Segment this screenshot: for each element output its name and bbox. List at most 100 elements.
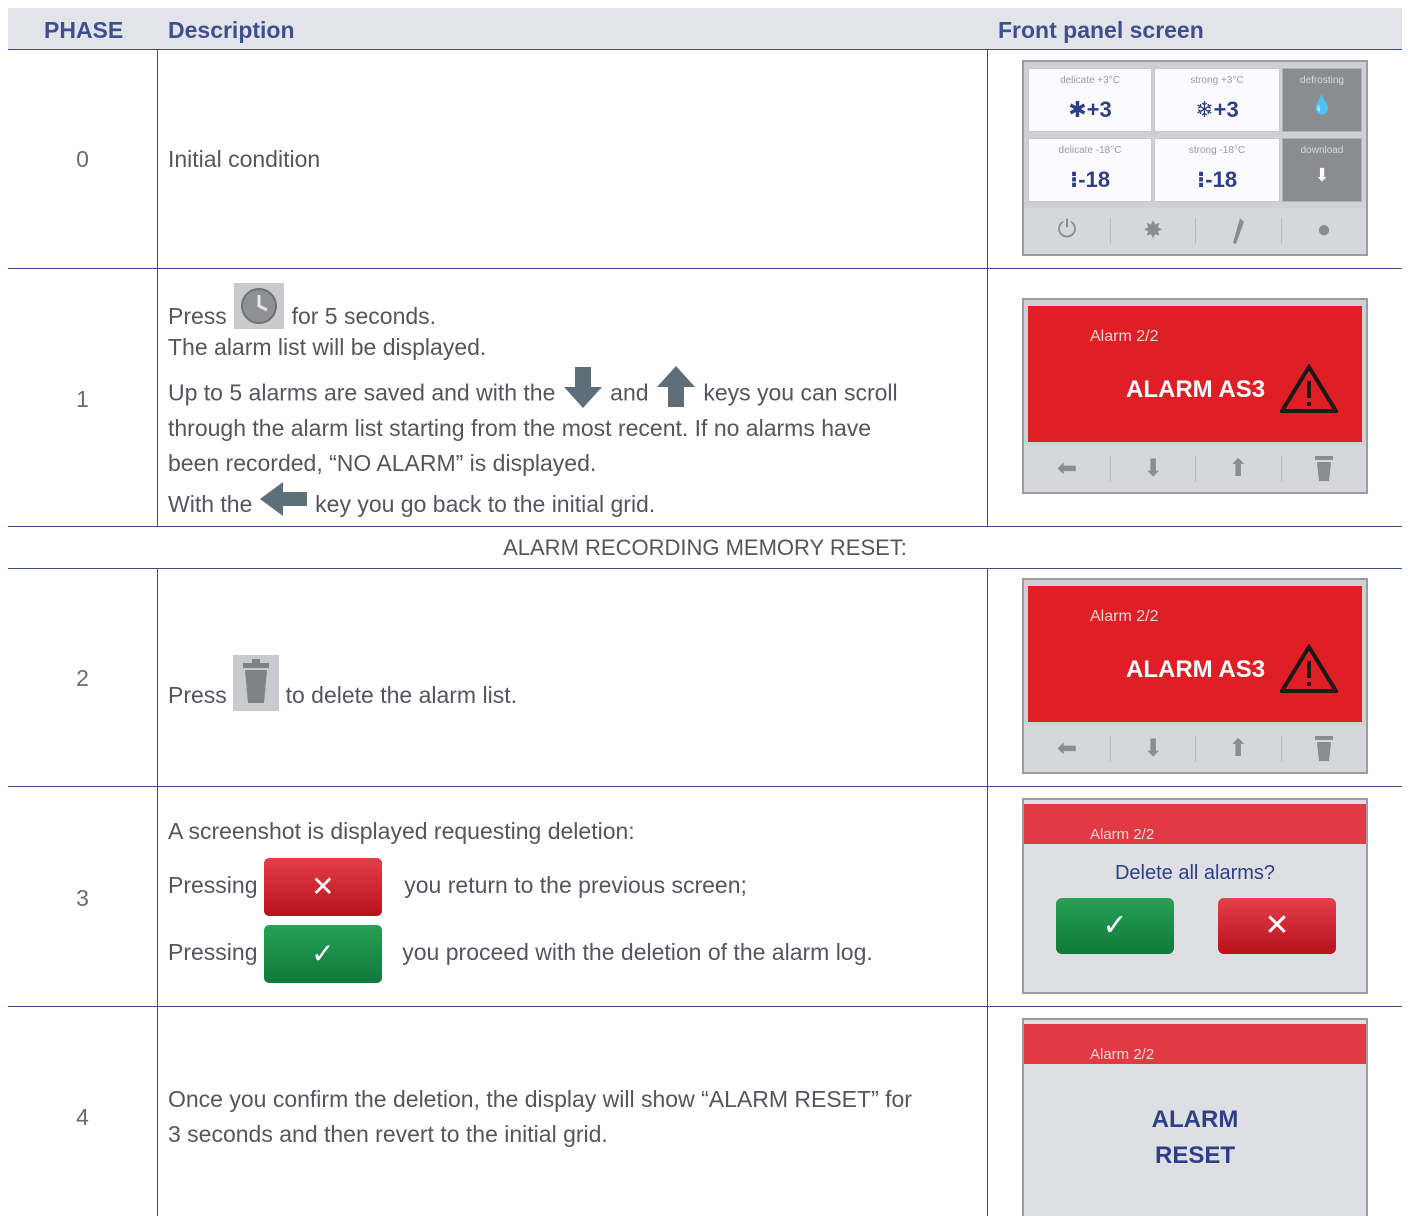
alarm-counter: Alarm 2/2 <box>1090 1046 1155 1063</box>
cancel-button[interactable]: ✕ <box>1218 898 1336 954</box>
row-divider <box>8 786 1402 787</box>
col-header-phase: PHASE <box>44 17 124 43</box>
arrow-left-icon[interactable]: ⬅ <box>1024 454 1110 483</box>
description-text: The alarm list will be displayed. <box>168 334 487 360</box>
arrow-left-icon <box>259 481 309 531</box>
program-tile[interactable]: strong +3°C ❄+3 <box>1154 68 1280 132</box>
phase-number: 4 <box>76 1104 89 1130</box>
row-description: Initial condition <box>168 142 978 177</box>
table-header: PHASE Description Front panel screen <box>8 8 1402 50</box>
trash-icon[interactable] <box>1281 734 1367 769</box>
description-text: Pressing <box>168 939 258 965</box>
col-divider <box>987 50 988 527</box>
tile-label: download <box>1300 145 1344 156</box>
description-text: Press <box>168 682 227 708</box>
download-icon: ⬇ <box>1314 165 1330 185</box>
phase-number: 0 <box>76 146 89 172</box>
arrow-up-icon[interactable]: ⬆ <box>1195 454 1281 483</box>
description-text: for 5 seconds. <box>291 303 437 329</box>
col-header-description: Description <box>168 17 295 43</box>
description-text: key you go back to the initial grid. <box>315 491 656 518</box>
row-divider <box>8 526 1402 527</box>
tile-label: strong +3°C <box>1190 75 1244 86</box>
screen-initial-grid: delicate +3°C ✱+3 strong +3°C ❄+3 defros… <box>1022 60 1368 256</box>
alarm-code: ALARM AS3 <box>1126 376 1266 403</box>
col-divider <box>157 568 158 1216</box>
confirm-button[interactable]: ✓ <box>1056 898 1174 954</box>
description-text: and <box>610 379 649 406</box>
program-tile[interactable]: delicate -18°C ⁝-18 <box>1028 138 1152 202</box>
description-text: With the <box>168 491 253 518</box>
defrost-tile[interactable]: defrosting 💧 <box>1282 68 1362 132</box>
col-divider <box>987 568 988 1216</box>
description-text: to delete the alarm list. <box>285 682 517 708</box>
arrow-up-icon[interactable]: ⬆ <box>1195 734 1281 763</box>
description-text: Initial condition <box>168 146 321 172</box>
alarm-counter: Alarm 2/2 <box>1090 608 1159 625</box>
screen-confirm-delete: Alarm 2/2 Delete all alarms? ✓ ✕ <box>1022 798 1368 994</box>
dialog-header: Alarm 2/2 <box>1024 1024 1366 1064</box>
wrench-icon[interactable] <box>1195 216 1281 253</box>
description-text: you return to the previous screen; <box>404 872 747 898</box>
row-description: Press to delete the alarm list. <box>168 648 978 711</box>
tile-value: ✱+3 <box>1068 97 1112 122</box>
tile-label: delicate +3°C <box>1060 75 1120 86</box>
alarm-code: ALARM AS3 <box>1126 656 1266 683</box>
tile-value: ⁝-18 <box>1196 167 1238 192</box>
row-divider <box>8 268 1402 269</box>
description-text: Up to 5 alarms are saved and with the <box>168 379 556 406</box>
reset-message: ALARM RESET <box>1024 1102 1366 1174</box>
power-icon[interactable]: ⏻ <box>1024 216 1110 244</box>
trash-icon[interactable] <box>1281 454 1367 489</box>
warning-icon <box>1280 644 1338 693</box>
description-text: been recorded, “NO ALARM” is displayed. <box>168 450 597 476</box>
settings-dot-icon[interactable]: ● <box>1281 216 1367 244</box>
tile-label: strong -18°C <box>1188 145 1246 156</box>
description-text: A screenshot is displayed requesting del… <box>168 818 635 844</box>
arrow-left-icon[interactable]: ⬅ <box>1024 734 1110 763</box>
row-description: Press for 5 seconds. The alarm list will… <box>168 278 978 525</box>
screen-alarm: Alarm 2/2 ALARM AS3 ⬅ ⬇ ⬆ <box>1022 578 1368 774</box>
row-description: A screenshot is displayed requesting del… <box>168 814 978 985</box>
screen-footer: ⬅ ⬇ ⬆ <box>1024 726 1366 772</box>
tile-value: ⁝-18 <box>1069 167 1111 192</box>
arrow-down-icon[interactable]: ⬇ <box>1110 454 1196 483</box>
gear-icon[interactable]: ✸ <box>1110 216 1196 245</box>
tile-value: ❄+3 <box>1195 97 1239 122</box>
description-text: Press <box>168 303 227 329</box>
program-tile[interactable]: strong -18°C ⁝-18 <box>1154 138 1280 202</box>
drop-icon: 💧 <box>1310 95 1334 115</box>
row-description: Once you confirm the deletion, the displ… <box>168 1082 978 1152</box>
cancel-button-sample: ✕ <box>263 857 382 916</box>
phase-number: 1 <box>76 386 89 412</box>
alarm-counter: Alarm 2/2 <box>1090 826 1155 843</box>
phase-number: 2 <box>76 665 89 691</box>
clock-icon <box>233 282 285 330</box>
tile-label: defrosting <box>1300 75 1344 86</box>
screen-footer: ⬅ ⬇ ⬆ <box>1024 446 1366 492</box>
reset-line: RESET <box>1154 1142 1235 1169</box>
row-divider <box>8 1006 1402 1007</box>
dialog-header: Alarm 2/2 <box>1024 804 1366 844</box>
description-text: Pressing <box>168 872 258 898</box>
alarm-box: Alarm 2/2 ALARM AS3 <box>1028 586 1362 722</box>
row-divider <box>8 568 1402 569</box>
section-subheader: ALARM RECORDING MEMORY RESET: <box>503 535 907 560</box>
description-text: keys you can scroll <box>703 379 898 406</box>
col-divider <box>157 50 158 527</box>
phase-number: 3 <box>76 885 89 911</box>
arrow-down-icon[interactable]: ⬇ <box>1110 734 1196 763</box>
tile-label: delicate -18°C <box>1058 145 1122 156</box>
program-tile[interactable]: delicate +3°C ✱+3 <box>1028 68 1152 132</box>
screen-footer: ⏻ ✸ ● <box>1024 208 1366 254</box>
screen-alarm-reset: Alarm 2/2 ALARM RESET <box>1022 1018 1368 1216</box>
screen-alarm: Alarm 2/2 ALARM AS3 ⬅ ⬇ ⬆ <box>1022 298 1368 494</box>
download-tile[interactable]: download ⬇ <box>1282 138 1362 202</box>
dialog-question: Delete all alarms? <box>1114 862 1276 884</box>
description-text: through the alarm list starting from the… <box>168 415 872 441</box>
col-header-screen: Front panel screen <box>998 17 1204 43</box>
trash-icon <box>233 654 280 711</box>
confirm-button-sample: ✓ <box>263 924 382 983</box>
description-text: 3 seconds and then revert to the initial… <box>168 1121 608 1147</box>
description-text: you proceed with the deletion of the ala… <box>402 939 873 965</box>
